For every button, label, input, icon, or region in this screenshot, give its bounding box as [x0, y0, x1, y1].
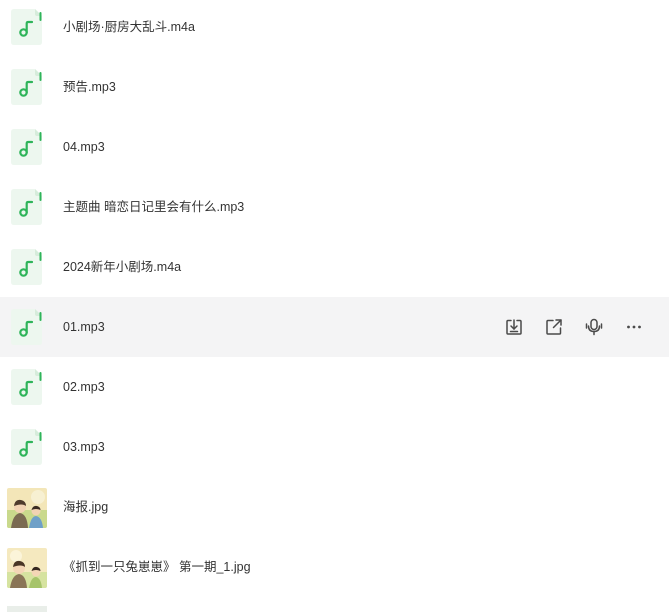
file-row[interactable]: 02.mp3 [0, 357, 669, 417]
file-list: 小剧场·厨房大乱斗.m4a 预告.mp3 04.mp3 主题曲 暗恋日记里会有什… [0, 0, 669, 597]
file-name[interactable]: 海报.jpg [63, 498, 108, 516]
audio-file-icon [11, 69, 42, 105]
audio-file-icon [11, 309, 42, 345]
file-row-hovered[interactable]: 01.mp3 [0, 297, 669, 357]
audio-file-icon [11, 369, 42, 405]
download-icon[interactable] [503, 316, 525, 338]
file-row[interactable]: 《抓到一只兔崽崽》 第一期_1.jpg [0, 537, 669, 597]
row-actions [485, 316, 645, 338]
file-row[interactable]: 2024新年小剧场.m4a [0, 237, 669, 297]
file-name[interactable]: 2024新年小剧场.m4a [63, 258, 181, 276]
file-name[interactable]: 主题曲 暗恋日记里会有什么.mp3 [63, 198, 244, 216]
more-icon[interactable] [623, 316, 645, 338]
file-name[interactable]: 预告.mp3 [63, 78, 116, 96]
file-name[interactable]: 01.mp3 [63, 318, 105, 336]
audio-file-icon [11, 129, 42, 165]
file-name[interactable]: 《抓到一只兔崽崽》 第一期_1.jpg [63, 558, 251, 576]
share-icon[interactable] [543, 316, 565, 338]
file-row[interactable]: 03.mp3 [0, 417, 669, 477]
audio-file-icon [11, 249, 42, 285]
file-row[interactable]: 海报.jpg [0, 477, 669, 537]
audio-file-icon [11, 189, 42, 225]
file-name[interactable]: 小剧场·厨房大乱斗.m4a [63, 18, 195, 36]
next-row-thumbnail-partial [7, 606, 47, 612]
file-row[interactable]: 预告.mp3 [0, 57, 669, 117]
image-thumbnail [7, 548, 47, 588]
file-name[interactable]: 03.mp3 [63, 438, 105, 456]
file-row[interactable]: 04.mp3 [0, 117, 669, 177]
file-name[interactable]: 04.mp3 [63, 138, 105, 156]
file-name[interactable]: 02.mp3 [63, 378, 105, 396]
audio-file-icon [11, 429, 42, 465]
audio-file-icon [11, 9, 42, 45]
file-row[interactable]: 小剧场·厨房大乱斗.m4a [0, 0, 669, 57]
image-thumbnail [7, 488, 47, 528]
file-row[interactable]: 主题曲 暗恋日记里会有什么.mp3 [0, 177, 669, 237]
transcribe-icon[interactable] [583, 316, 605, 338]
